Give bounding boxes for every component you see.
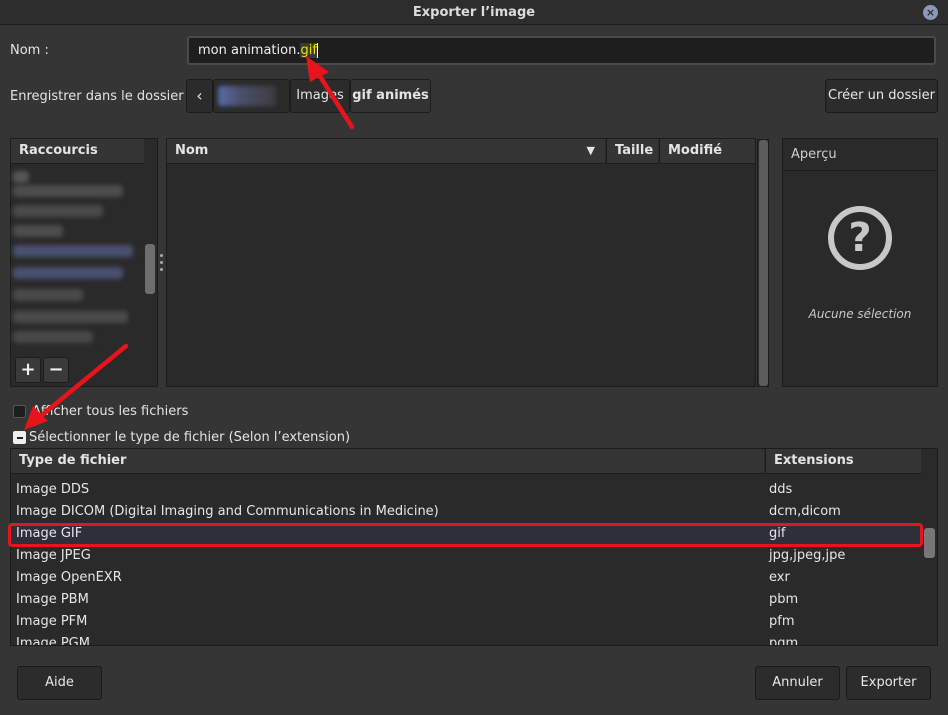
arrow-head-extension (306, 56, 329, 82)
arrow-head-expander (24, 406, 48, 430)
annotation-arrows (24, 56, 355, 430)
arrow-to-extension (313, 67, 355, 130)
arrow-to-expander (33, 343, 129, 423)
